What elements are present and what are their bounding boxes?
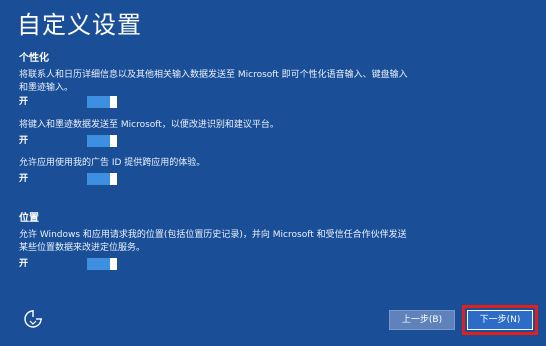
location-toggle[interactable] bbox=[87, 258, 117, 270]
toggle-knob bbox=[110, 96, 117, 108]
location-item-1-description: 允许 Windows 和应用请求我的位置(包括位置历史记录)，并向 Micros… bbox=[19, 230, 407, 253]
ease-of-access-icon-graphic bbox=[24, 310, 42, 328]
personalization-heading: 个性化 bbox=[19, 53, 49, 64]
typing-data-toggle[interactable] bbox=[87, 135, 117, 147]
toggle-knob bbox=[110, 258, 117, 270]
toggle-state-label: 开 bbox=[19, 97, 29, 107]
toggle-state-label: 开 bbox=[19, 174, 29, 184]
setup-page: 自定义设置 个性化 将联系人和日历详细信息以及其他相关输入数据发送至 Micro… bbox=[0, 0, 546, 346]
toggle-knob bbox=[110, 135, 117, 147]
next-button[interactable]: 下一步(N) bbox=[467, 310, 533, 330]
personalization-item-1-description: 将联系人和日历详细信息以及其他相关输入数据发送至 Microsoft 即可个性化… bbox=[19, 70, 408, 93]
toggle-state-label: 开 bbox=[19, 136, 29, 146]
page-title: 自定义设置 bbox=[17, 11, 142, 39]
location-item-1-toggle-row[interactable]: 开 bbox=[19, 258, 129, 271]
speech-inking-toggle[interactable] bbox=[87, 96, 117, 108]
personalization-item-2-description: 将键入和墨迹数据发送至 Microsoft，以便改进识别和建议平台。 bbox=[19, 120, 279, 130]
toggle-state-label: 开 bbox=[19, 259, 29, 269]
location-heading: 位置 bbox=[19, 213, 39, 224]
personalization-item-3-toggle-row[interactable]: 开 bbox=[19, 173, 129, 186]
personalization-item-1-toggle-row[interactable]: 开 bbox=[19, 96, 129, 109]
personalization-item-2-toggle-row[interactable]: 开 bbox=[19, 135, 129, 148]
personalization-item-3-description: 允许应用使用我的广告 ID 提供跨应用的体验。 bbox=[19, 158, 206, 168]
advertising-id-toggle[interactable] bbox=[87, 173, 117, 185]
toggle-knob bbox=[110, 173, 117, 185]
back-button[interactable]: 上一步(B) bbox=[389, 310, 455, 330]
ease-of-access-icon[interactable] bbox=[22, 308, 44, 330]
